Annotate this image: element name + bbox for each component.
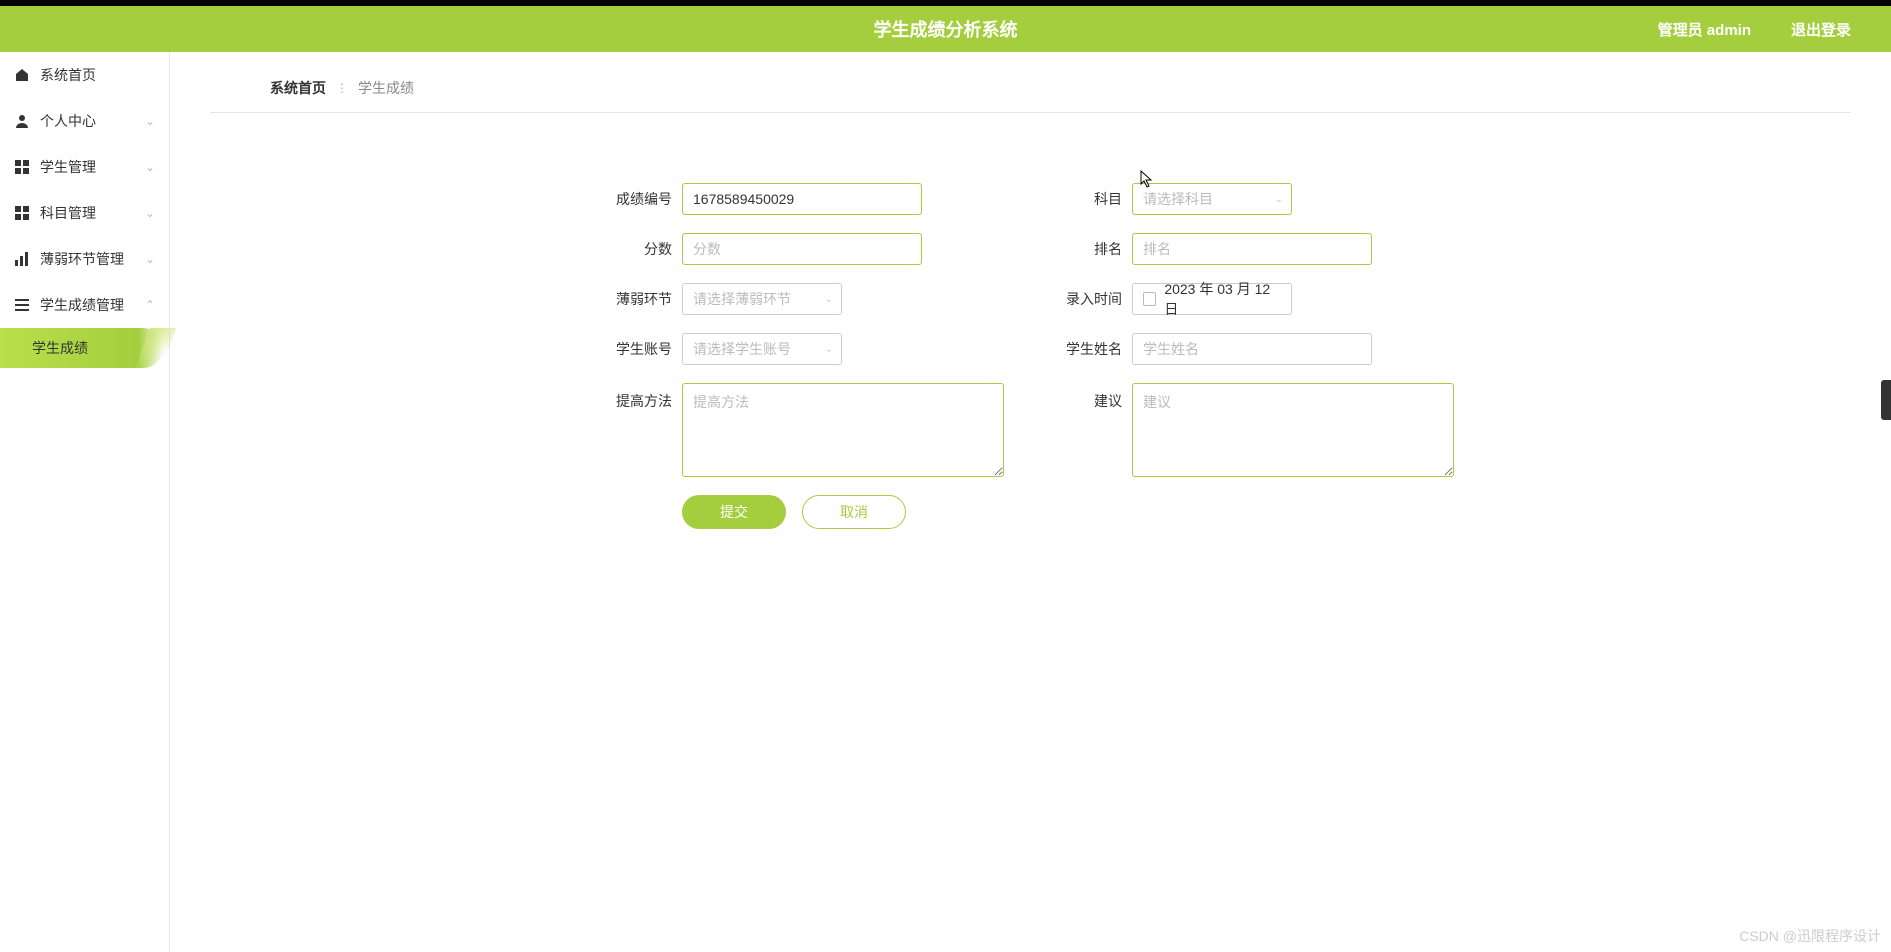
sidebar-item-student-mgmt[interactable]: 学生管理 ⌄: [0, 144, 169, 190]
breadcrumb: 系统首页 ⋮ 学生成绩: [210, 72, 1851, 113]
entry-time-value: 2023 年 03 月 12 日: [1164, 279, 1281, 319]
home-icon: [14, 67, 30, 83]
label-weak: 薄弱环节: [612, 289, 672, 309]
label-student-name: 学生姓名: [1062, 339, 1122, 359]
input-score[interactable]: [682, 233, 922, 265]
select-student-account[interactable]: 请选择学生账号 ⌄: [682, 333, 842, 365]
breadcrumb-sep-icon: ⋮: [336, 81, 348, 95]
sidebar-item-label: 薄弱环节管理: [40, 249, 124, 269]
calendar-icon: [1143, 292, 1156, 306]
sidebar-item-label: 个人中心: [40, 111, 96, 131]
field-subject: 科目 请选择科目 ⌄: [1062, 183, 1292, 215]
field-rank: 排名: [1062, 233, 1372, 265]
label-score: 分数: [612, 239, 672, 259]
sidebar-item-label: 学生管理: [40, 157, 96, 177]
cancel-button-label: 取消: [840, 502, 868, 522]
sidebar-item-home[interactable]: 系统首页: [0, 52, 169, 98]
breadcrumb-current: 学生成绩: [358, 78, 414, 98]
cancel-button[interactable]: 取消: [802, 495, 906, 529]
field-student-name: 学生姓名: [1062, 333, 1372, 365]
submit-button[interactable]: 提交: [682, 495, 786, 529]
app-header: 学生成绩分析系统 管理员 admin 退出登录: [0, 6, 1891, 52]
textarea-improve[interactable]: [682, 383, 1004, 477]
watermark: CSDN @迅限程序设计: [1739, 926, 1881, 946]
bars-icon: [14, 251, 30, 267]
label-subject: 科目: [1062, 189, 1122, 209]
field-score: 分数: [612, 233, 922, 265]
score-form: 成绩编号 科目 请选择科目 ⌄ 分数 排名: [210, 113, 1851, 529]
chevron-down-icon: ⌄: [825, 344, 833, 355]
chevron-down-icon: ⌄: [825, 294, 833, 305]
field-improve: 提高方法: [612, 383, 1004, 477]
sidebar-subitem-label: 学生成绩: [32, 338, 88, 358]
chevron-up-icon: ⌃: [145, 298, 155, 312]
user-icon: [14, 113, 30, 129]
select-weak-placeholder: 请选择薄弱环节: [693, 289, 791, 309]
main-content: 系统首页 ⋮ 学生成绩 成绩编号 科目 请选择科目 ⌄: [170, 52, 1891, 952]
chevron-down-icon: ⌄: [145, 114, 155, 128]
label-rank: 排名: [1062, 239, 1122, 259]
field-score-id: 成绩编号: [612, 183, 922, 215]
input-student-name[interactable]: [1132, 333, 1372, 365]
input-entry-time[interactable]: 2023 年 03 月 12 日: [1132, 283, 1292, 315]
input-rank[interactable]: [1132, 233, 1372, 265]
label-entry-time: 录入时间: [1062, 289, 1122, 309]
sidebar-item-weak-mgmt[interactable]: 薄弱环节管理 ⌄: [0, 236, 169, 282]
sidebar: 系统首页 个人中心 ⌄ 学生管理 ⌄ 科目管理 ⌄: [0, 52, 170, 952]
sidebar-subitem-student-score[interactable]: 学生成绩: [0, 328, 163, 368]
field-student-account: 学生账号 请选择学生账号 ⌄: [612, 333, 842, 365]
admin-label[interactable]: 管理员 admin: [1658, 19, 1751, 40]
chevron-down-icon: ⌄: [145, 160, 155, 174]
field-suggestion: 建议: [1062, 383, 1454, 477]
textarea-suggestion[interactable]: [1132, 383, 1454, 477]
select-subject-placeholder: 请选择科目: [1143, 189, 1213, 209]
chevron-down-icon: ⌄: [145, 206, 155, 220]
list-icon: [14, 297, 30, 313]
sidebar-item-label: 科目管理: [40, 203, 96, 223]
select-weak[interactable]: 请选择薄弱环节 ⌄: [682, 283, 842, 315]
right-side-tab[interactable]: [1881, 380, 1891, 420]
label-improve: 提高方法: [612, 383, 672, 411]
sidebar-item-label: 系统首页: [40, 65, 96, 85]
field-entry-time: 录入时间 2023 年 03 月 12 日: [1062, 283, 1292, 315]
sidebar-item-score-mgmt[interactable]: 学生成绩管理 ⌃: [0, 282, 169, 328]
chevron-down-icon: ⌄: [1275, 194, 1283, 205]
label-score-id: 成绩编号: [612, 189, 672, 209]
breadcrumb-home[interactable]: 系统首页: [270, 78, 326, 98]
sidebar-item-profile[interactable]: 个人中心 ⌄: [0, 98, 169, 144]
logout-link[interactable]: 退出登录: [1791, 19, 1851, 40]
select-subject[interactable]: 请选择科目 ⌄: [1132, 183, 1292, 215]
submit-button-label: 提交: [720, 502, 748, 522]
sidebar-item-subject-mgmt[interactable]: 科目管理 ⌄: [0, 190, 169, 236]
app-title: 学生成绩分析系统: [874, 16, 1018, 42]
grid-icon: [14, 159, 30, 175]
label-student-account: 学生账号: [612, 339, 672, 359]
form-buttons: 提交 取消: [682, 495, 1791, 529]
header-right: 管理员 admin 退出登录: [1658, 19, 1891, 40]
input-score-id[interactable]: [682, 183, 922, 215]
chevron-down-icon: ⌄: [145, 252, 155, 266]
field-weak: 薄弱环节 请选择薄弱环节 ⌄: [612, 283, 842, 315]
select-student-account-placeholder: 请选择学生账号: [693, 339, 791, 359]
sidebar-item-label: 学生成绩管理: [40, 295, 124, 315]
grid-icon: [14, 205, 30, 221]
label-suggestion: 建议: [1062, 383, 1122, 411]
